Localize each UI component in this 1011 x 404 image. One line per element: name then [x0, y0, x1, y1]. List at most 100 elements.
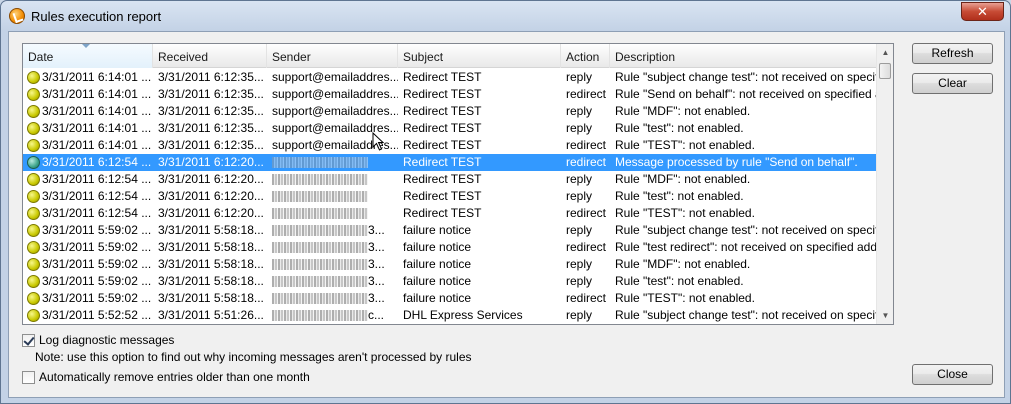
- cell-received: 3/31/2011 6:12:35...: [158, 104, 264, 118]
- column-header-date[interactable]: Date: [23, 44, 153, 68]
- cell-action: redirect: [566, 291, 607, 305]
- cell-sender: c...: [267, 307, 398, 324]
- list-rows: 3/31/2011 6:14:01 ... 3/31/2011 6:12:35..…: [23, 69, 885, 324]
- cell-description: Rule "MDF": not enabled.: [615, 104, 751, 118]
- cell-action: redirect: [566, 155, 607, 169]
- cell-received: 3/31/2011 6:12:20...: [158, 172, 264, 186]
- cell-sender: support@emailaddres...: [267, 103, 398, 120]
- table-row[interactable]: 3/31/2011 6:14:01 ... 3/31/2011 6:12:35..…: [23, 137, 885, 154]
- cell-date-text: 3/31/2011 5:59:02 ...: [42, 240, 152, 254]
- table-row[interactable]: 3/31/2011 6:14:01 ... 3/31/2011 6:12:35..…: [23, 69, 885, 86]
- cell-received: 3/31/2011 5:51:26...: [158, 308, 264, 322]
- cell-sender: [267, 171, 398, 188]
- log-diagnostic-label: Log diagnostic messages: [39, 333, 175, 347]
- cell-description: Rule "test": not enabled.: [615, 189, 744, 203]
- auto-remove-checkbox[interactable]: [22, 370, 35, 384]
- cell-date-text: 3/31/2011 6:12:54 ...: [42, 189, 152, 203]
- table-row[interactable]: 3/31/2011 5:59:02 ... 3/31/2011 5:58:18..…: [23, 222, 885, 239]
- app-icon: [9, 8, 25, 24]
- yellow-status-icon: [27, 105, 40, 118]
- cell-date: 3/31/2011 6:14:01 ...: [23, 69, 153, 86]
- cell-date: 3/31/2011 6:14:01 ...: [23, 86, 153, 103]
- cell-description: Rule "test redirect": not received on sp…: [615, 240, 885, 254]
- redacted-sender: [272, 242, 368, 254]
- sort-descending-icon: [82, 44, 90, 48]
- redacted-sender: [272, 191, 368, 203]
- table-row[interactable]: 3/31/2011 5:59:02 ... 3/31/2011 5:58:18..…: [23, 256, 885, 273]
- table-row[interactable]: 3/31/2011 6:12:54 ... 3/31/2011 6:12:20..…: [23, 188, 885, 205]
- log-diagnostic-checkbox[interactable]: [22, 333, 35, 347]
- cell-subject: Redirect TEST: [403, 206, 482, 220]
- green-status-icon: [27, 156, 40, 169]
- clear-button[interactable]: Clear: [912, 73, 993, 94]
- cell-sender: support@emailaddres...: [267, 69, 398, 86]
- refresh-button[interactable]: Refresh: [912, 43, 993, 64]
- close-button[interactable]: Close: [912, 364, 993, 385]
- cell-date-text: 3/31/2011 5:59:02 ...: [42, 291, 152, 305]
- cell-received: 3/31/2011 6:12:20...: [158, 155, 264, 169]
- window-close-button[interactable]: ✕: [961, 2, 1004, 21]
- cell-date: 3/31/2011 6:12:54 ...: [23, 205, 153, 222]
- column-header-label: Received: [158, 50, 209, 64]
- table-row[interactable]: 3/31/2011 6:14:01 ... 3/31/2011 6:12:35..…: [23, 86, 885, 103]
- yellow-status-icon: [27, 88, 40, 101]
- cell-action: reply: [566, 104, 593, 118]
- cell-date: 3/31/2011 5:52:52 ...: [23, 307, 153, 324]
- cell-received: 3/31/2011 6:12:20...: [158, 189, 264, 203]
- auto-remove-option[interactable]: Automatically remove entries older than …: [22, 370, 310, 384]
- cell-date-text: 3/31/2011 5:59:02 ...: [42, 257, 152, 271]
- scroll-thumb[interactable]: [879, 63, 891, 79]
- table-row[interactable]: 3/31/2011 5:59:02 ... 3/31/2011 5:58:18..…: [23, 273, 885, 290]
- cell-sender-text: support@emailaddres...: [272, 87, 398, 101]
- cell-action: reply: [566, 308, 593, 322]
- cell-sender-text: 3...: [368, 223, 385, 237]
- column-header-description[interactable]: Description: [610, 44, 885, 68]
- redacted-sender: [272, 208, 368, 220]
- redacted-sender: [272, 174, 368, 186]
- yellow-status-icon: [27, 275, 40, 288]
- table-row[interactable]: 3/31/2011 6:14:01 ... 3/31/2011 6:12:35..…: [23, 120, 885, 137]
- cell-description: Rule "TEST": not enabled.: [615, 206, 755, 220]
- cell-sender: [267, 154, 398, 171]
- log-diagnostic-option[interactable]: Log diagnostic messages: [22, 333, 174, 347]
- cell-action: redirect: [566, 87, 607, 101]
- cell-date: 3/31/2011 5:59:02 ...: [23, 239, 153, 256]
- scroll-down-icon[interactable]: ▼: [877, 307, 893, 324]
- redacted-sender: [272, 225, 368, 237]
- cell-date-text: 3/31/2011 5:59:02 ...: [42, 274, 152, 288]
- cell-received: 3/31/2011 5:58:18...: [158, 223, 264, 237]
- table-row[interactable]: 3/31/2011 5:59:02 ... 3/31/2011 5:58:18..…: [23, 239, 885, 256]
- yellow-status-icon: [27, 139, 40, 152]
- cell-subject: failure notice: [403, 291, 472, 305]
- scroll-up-icon[interactable]: ▲: [877, 44, 893, 61]
- column-header-label: Subject: [403, 50, 444, 64]
- cell-sender-text: c...: [368, 308, 385, 322]
- cell-sender: [267, 205, 398, 222]
- cell-description: Rule "MDF": not enabled.: [615, 172, 751, 186]
- cell-action: reply: [566, 172, 593, 186]
- vertical-scrollbar[interactable]: ▲ ▼: [876, 44, 893, 324]
- table-row[interactable]: 3/31/2011 5:52:52 ... 3/31/2011 5:51:26..…: [23, 307, 885, 324]
- cell-sender: 3...: [267, 256, 398, 273]
- table-row[interactable]: 3/31/2011 5:59:02 ... 3/31/2011 5:58:18..…: [23, 290, 885, 307]
- table-row[interactable]: 3/31/2011 6:12:54 ... 3/31/2011 6:12:20..…: [23, 171, 885, 188]
- column-header-sender[interactable]: Sender: [267, 44, 398, 68]
- table-row[interactable]: 3/31/2011 6:14:01 ... 3/31/2011 6:12:35..…: [23, 103, 885, 120]
- column-header-action[interactable]: Action: [561, 44, 610, 68]
- table-row[interactable]: 3/31/2011 6:12:54 ... 3/31/2011 6:12:20..…: [23, 154, 885, 171]
- cell-sender: 3...: [267, 222, 398, 239]
- column-header-received[interactable]: Received: [153, 44, 267, 68]
- rules-report-window: Rules execution report ✕ Date Received S…: [0, 0, 1011, 404]
- cell-received: 3/31/2011 5:58:18...: [158, 257, 264, 271]
- cell-date: 3/31/2011 6:14:01 ...: [23, 120, 153, 137]
- yellow-status-icon: [27, 71, 40, 84]
- yellow-status-icon: [27, 309, 40, 322]
- column-header-subject[interactable]: Subject: [398, 44, 561, 68]
- cell-description: Rule "subject change test": not received…: [615, 308, 885, 322]
- yellow-status-icon: [27, 224, 40, 237]
- report-list[interactable]: Date Received Sender Subject Action Desc…: [22, 43, 894, 325]
- table-row[interactable]: 3/31/2011 6:12:54 ... 3/31/2011 6:12:20..…: [23, 205, 885, 222]
- yellow-status-icon: [27, 258, 40, 271]
- title-bar[interactable]: Rules execution report ✕: [1, 1, 1010, 31]
- cell-date-text: 3/31/2011 6:14:01 ...: [42, 70, 152, 84]
